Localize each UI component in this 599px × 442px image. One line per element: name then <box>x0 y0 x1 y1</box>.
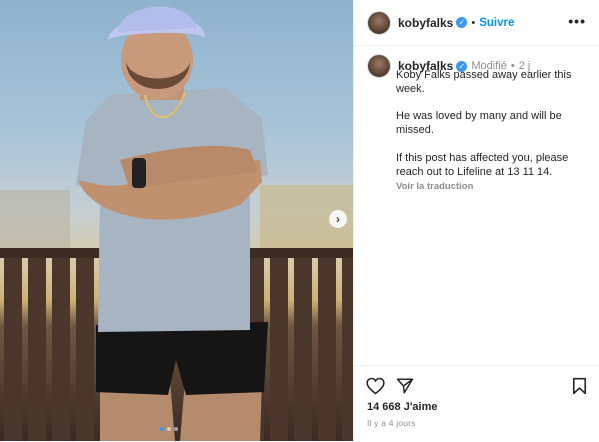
post-caption: kobyfalks ✓ Modifié • 2 j Koby Falks pas… <box>367 54 592 194</box>
bookmark-icon[interactable] <box>572 377 587 395</box>
caption-text: Koby Falks passed away earlier this week… <box>396 69 592 194</box>
post-header: kobyfalks ✓ • Suivre ••• <box>354 0 599 46</box>
see-translation-link[interactable]: Voir la traduction <box>396 180 592 194</box>
likes-count[interactable]: 14 668 J'aime <box>367 401 438 413</box>
more-options-icon[interactable]: ••• <box>568 13 586 29</box>
carousel-dot <box>167 427 171 431</box>
heart-icon[interactable] <box>366 377 385 395</box>
caption-line: If this post has affected you, please re… <box>396 151 569 178</box>
post-timestamp[interactable]: Il y a 4 jours <box>367 418 416 428</box>
username-link[interactable]: kobyfalks <box>398 16 453 30</box>
post-photo-illustration <box>0 6 353 441</box>
post-side-panel: kobyfalks ✓ • Suivre ••• kobyfalks ✓ Mod… <box>353 0 599 441</box>
carousel-dots <box>160 427 178 431</box>
carousel-next-button[interactable]: › <box>329 210 347 228</box>
carousel-dot <box>174 427 178 431</box>
caption-line: Koby Falks passed away earlier this week… <box>396 69 572 95</box>
avatar[interactable] <box>367 54 391 78</box>
follow-button[interactable]: Suivre <box>479 17 514 29</box>
paper-plane-icon[interactable] <box>396 377 414 395</box>
verified-badge-icon: ✓ <box>456 17 468 28</box>
avatar[interactable] <box>367 10 391 35</box>
post-actions: 14 668 J'aime Il y a 4 jours <box>354 365 599 442</box>
post-image[interactable]: › <box>0 0 353 441</box>
separator-dot: • <box>471 16 476 29</box>
carousel-dot <box>160 427 164 431</box>
caption-line: He was loved by many and will be missed. <box>396 110 562 137</box>
